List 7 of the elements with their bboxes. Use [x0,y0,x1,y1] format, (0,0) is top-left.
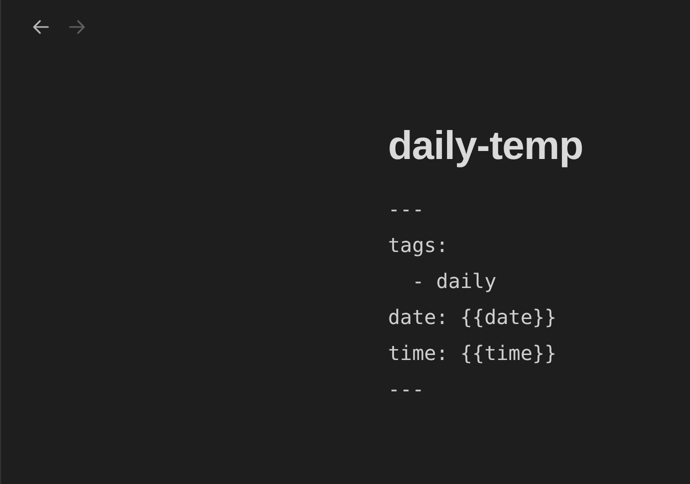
code-line: - daily [411,268,498,295]
code-line: date: {{date}} [388,304,558,331]
code-line: time: {{time}} [388,340,558,367]
code-line: --- [388,196,426,223]
note-title: daily-temp [388,123,584,170]
code-line: tags: [388,232,450,259]
code-line: --- [388,376,426,403]
